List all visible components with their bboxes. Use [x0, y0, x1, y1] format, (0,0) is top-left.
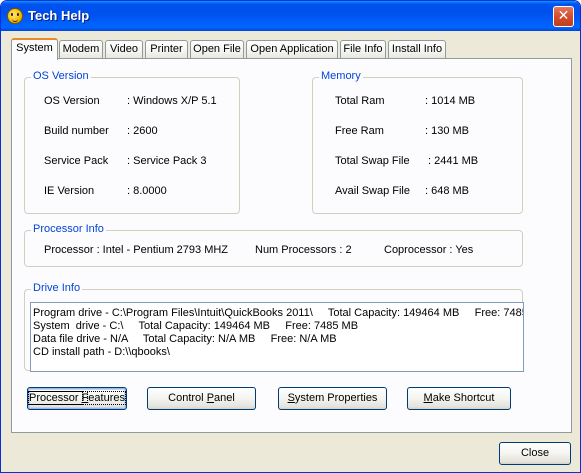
free-ram-label: Free Ram — [335, 125, 384, 137]
tab-printer[interactable]: Printer — [145, 40, 188, 59]
cd-install-path-line: CD install path - D:\\qbooks\ — [33, 346, 170, 358]
system-properties-button[interactable]: System Properties — [278, 387, 387, 410]
total-swap-label: Total Swap File — [335, 155, 410, 167]
processor-features-button[interactable]: Processor Features — [27, 387, 127, 410]
tab-system[interactable]: System — [11, 38, 58, 60]
control-panel-button[interactable]: Control Panel — [147, 387, 256, 410]
os-version-label: OS Version — [44, 95, 100, 107]
system-drive-line: System drive - C:\ Total Capacity: 14946… — [33, 320, 359, 332]
drive-info-textbox[interactable]: Program drive - C:\Program Files\Intuit\… — [30, 302, 524, 372]
make-shortcut-button[interactable]: Make Shortcut — [407, 387, 511, 410]
ie-version-label: IE Version — [44, 185, 95, 197]
tab-open-file[interactable]: Open File — [190, 40, 244, 59]
tab-open-application[interactable]: Open Application — [246, 40, 338, 59]
close-window-button[interactable]: ✕ — [553, 6, 574, 27]
os-version-title: OS Version — [31, 70, 91, 82]
memory-group: Memory Total Ram : 1014 MB Free Ram : 13… — [312, 70, 523, 214]
make-shortcut-label: Make Shortcut — [423, 392, 495, 404]
service-pack-value: : Service Pack 3 — [127, 155, 207, 167]
window-title: Tech Help — [28, 8, 90, 23]
system-properties-label: System Properties — [287, 392, 378, 404]
memory-title: Memory — [319, 70, 363, 82]
service-pack-label: Service Pack — [44, 155, 109, 167]
os-version-value: : Windows X/P 5.1 — [127, 95, 217, 107]
system-tab-panel: OS Version OS Version : Windows X/P 5.1 … — [11, 58, 572, 433]
processor-features-label: Processor Features — [27, 391, 127, 405]
ie-version-value: : 8.0000 — [127, 185, 167, 197]
avail-swap-label: Avail Swap File — [335, 185, 410, 197]
control-panel-label: Control Panel — [168, 392, 235, 404]
program-drive-line: Program drive - C:\Program Files\Intuit\… — [33, 307, 524, 319]
free-ram-value: : 130 MB — [425, 125, 470, 137]
total-swap-value: : 2441 MB — [428, 155, 479, 167]
processor-value: Processor : Intel - Pentium 2793 MHZ — [44, 244, 229, 256]
processor-info-group: Processor Info Processor : Intel - Penti… — [24, 223, 523, 267]
os-version-group: OS Version OS Version : Windows X/P 5.1 … — [24, 70, 240, 214]
total-ram-value: : 1014 MB — [425, 95, 476, 107]
tab-modem[interactable]: Modem — [59, 40, 103, 59]
tech-help-window: Tech Help ✕ System Modem Video Printer O… — [0, 0, 581, 473]
build-number-value: : 2600 — [127, 125, 158, 137]
build-number-label: Build number — [44, 125, 109, 137]
avail-swap-value: : 648 MB — [425, 185, 470, 197]
total-ram-label: Total Ram — [335, 95, 385, 107]
data-file-drive-line: Data file drive - N/A Total Capacity: N/… — [33, 333, 337, 345]
smiley-app-icon — [7, 8, 23, 24]
tab-video[interactable]: Video — [105, 40, 143, 59]
close-button[interactable]: Close — [499, 442, 571, 465]
processor-info-title: Processor Info — [31, 223, 106, 235]
num-processors-value: Num Processors : 2 — [255, 244, 352, 256]
title-bar[interactable]: Tech Help ✕ — [1, 1, 580, 31]
tab-install-info[interactable]: Install Info — [388, 40, 446, 59]
coprocessor-value: Coprocessor : Yes — [384, 244, 474, 256]
tab-file-info[interactable]: File Info — [340, 40, 386, 59]
drive-info-title: Drive Info — [31, 282, 83, 294]
